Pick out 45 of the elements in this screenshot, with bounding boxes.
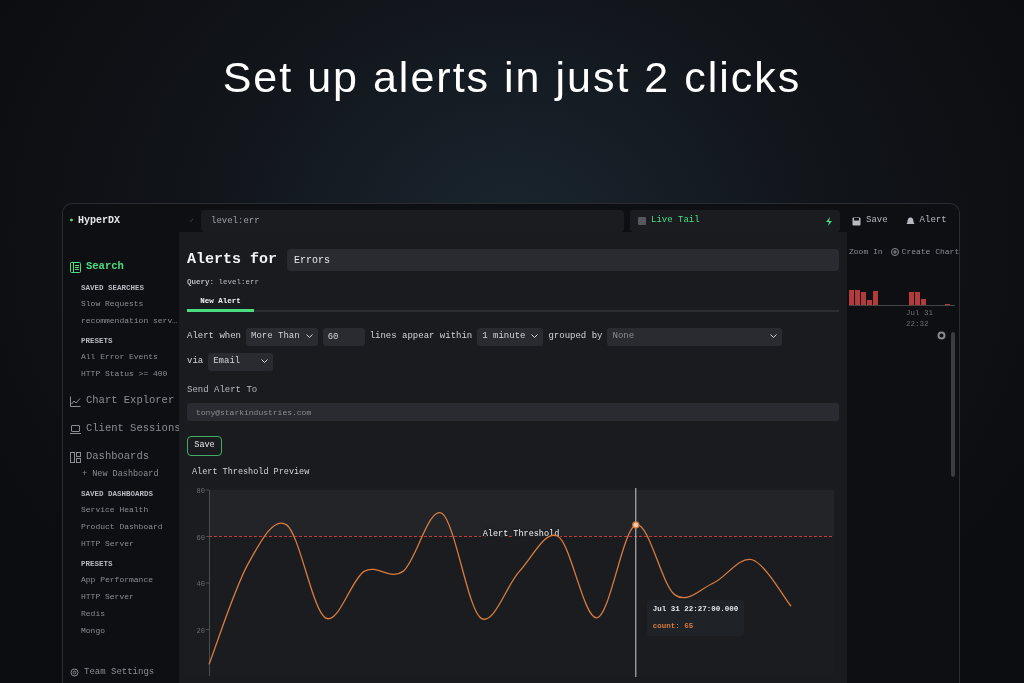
number-field[interactable]: 60 [322,327,365,346]
logo-text: HyperDX [78,213,120,228]
headline: Set up alerts in just 2 clicks [222,52,802,103]
chevron-down-icon [770,334,778,340]
field-label: grouped by [548,330,603,343]
dialog-title: Alerts for [187,250,277,270]
dropdown[interactable]: Email [208,352,274,371]
bell-icon [905,216,915,226]
create-chart-link[interactable]: Create Chart [890,246,959,258]
field-label: via [187,355,204,368]
settings-icon [937,331,946,340]
team-settings-link[interactable]: Team Settings [70,665,155,679]
plus-circle-icon [890,248,899,256]
scrollbar[interactable] [951,332,955,477]
save-button[interactable]: Save [846,214,894,228]
settings-icon [70,667,79,677]
dropdown[interactable]: 1 minute [477,327,544,346]
chevron-down-icon [531,334,539,340]
list-icon [70,261,81,273]
email-field[interactable]: tony@starkindustries.com [187,403,839,422]
nav-link[interactable]: Chart Explorer [70,393,175,409]
nav-link[interactable]: Search [70,259,124,275]
checkbox[interactable] [638,217,646,225]
chart-icon [70,395,81,407]
layout-icon [70,451,81,463]
field-label: Alert when [187,330,241,343]
live-tail-label: Live Tail [651,214,700,228]
field-label: lines appear within [369,330,473,343]
dropdown[interactable]: More Than [246,327,318,346]
field-label: Send Alert To [187,383,259,397]
search-field[interactable]: level:err [201,210,624,232]
alert-name-field[interactable]: Errors [287,249,839,272]
nav-link[interactable]: Client Sessions [70,421,181,437]
chart-title: Alert Threshold Preview [192,465,311,479]
threshold-label: Alert Threshold [482,528,560,538]
hover-point [632,520,640,528]
lightning-icon [826,216,832,226]
laptop-icon [70,423,81,435]
chevron-down-icon [261,359,269,365]
alert-button[interactable]: Alert [899,214,953,228]
save-button[interactable]: Save [187,435,222,456]
nav-link[interactable]: Dashboards [70,449,149,465]
zoom-in-link[interactable]: Zoom In [849,246,883,258]
chevron-down-icon [305,334,313,340]
dropdown[interactable]: None [607,327,783,346]
